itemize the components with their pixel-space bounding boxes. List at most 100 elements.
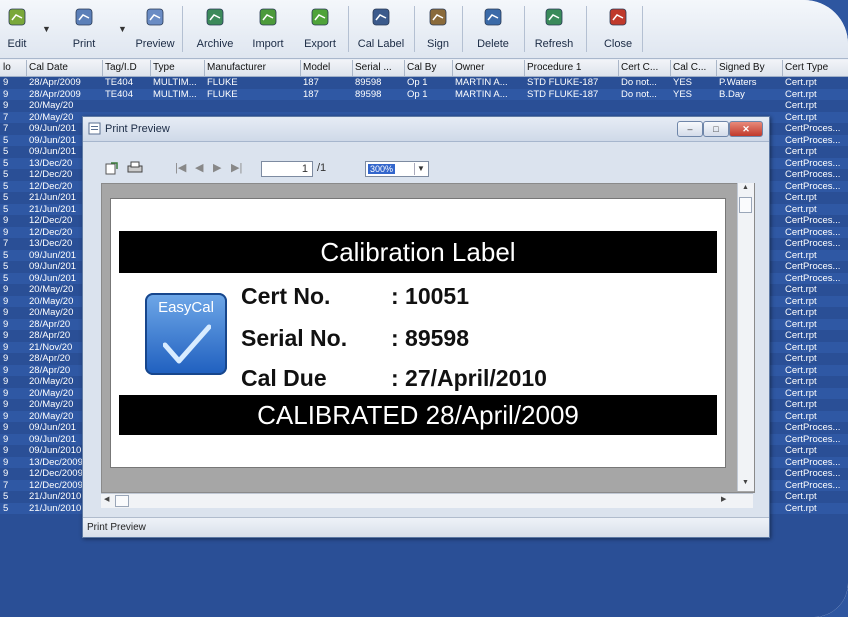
table-cell: 9	[3, 364, 9, 376]
column-divider[interactable]	[102, 60, 103, 76]
table-row[interactable]: 9 28/Apr/2009 TE404 MULTIM... FLUKE 187 89598 O…	[0, 77, 848, 89]
column-divider[interactable]	[204, 60, 205, 76]
column-header[interactable]: Cert Type	[785, 62, 847, 73]
column-divider[interactable]	[352, 60, 353, 76]
column-header[interactable]: Procedure 1	[527, 62, 615, 73]
next-page-icon[interactable]: ▶	[213, 161, 221, 174]
export-report-icon[interactable]	[105, 161, 119, 178]
column-header[interactable]: Cal Date	[29, 62, 99, 73]
scroll-right-icon[interactable]: ▶	[721, 495, 726, 503]
table-row[interactable]: 9 20/May/20 Cert.rpt	[0, 100, 848, 112]
table-cell: 5	[3, 180, 9, 192]
window-titlebar[interactable]: Print Preview – □ ✕	[83, 117, 769, 142]
page-number-input[interactable]: 1	[261, 161, 313, 177]
column-divider[interactable]	[404, 60, 405, 76]
print-preview-window[interactable]: Print Preview – □ ✕ |◀ ◀ ▶ ▶| 1 /1 300% …	[82, 116, 770, 538]
horizontal-scrollbar[interactable]: ◀ ▶	[101, 493, 753, 508]
column-header[interactable]: Tag/I.D	[105, 62, 147, 73]
toolbar-button-label: Import	[252, 38, 284, 50]
column-divider[interactable]	[150, 60, 151, 76]
column-header[interactable]: Cert C...	[621, 62, 667, 73]
table-cell: 9	[3, 468, 9, 479]
import-button[interactable]: Import	[244, 2, 292, 54]
pencil-icon	[8, 8, 26, 26]
table-cell: 9	[3, 456, 9, 468]
print-icon[interactable]	[127, 161, 143, 178]
scroll-down-icon[interactable]: ▼	[742, 479, 749, 486]
column-divider[interactable]	[524, 60, 525, 76]
maximize-button[interactable]: □	[703, 121, 729, 137]
last-page-icon[interactable]: ▶|	[231, 161, 242, 174]
close-button[interactable]: Close	[598, 2, 638, 54]
sign-icon	[429, 8, 447, 26]
vertical-scroll-thumb[interactable]	[739, 197, 752, 213]
column-header[interactable]: Manufacturer	[207, 62, 297, 73]
label-page: Calibration Label EasyCal Cert No.: 1005…	[110, 198, 726, 468]
column-divider[interactable]	[26, 60, 27, 76]
first-page-icon[interactable]: |◀	[175, 161, 186, 174]
close-button[interactable]: ✕	[729, 121, 763, 137]
grid-header: lo Cal Date Tag/I.D Type Manufacturer Model Se…	[0, 60, 848, 77]
column-divider[interactable]	[618, 60, 619, 76]
horizontal-scroll-thumb[interactable]	[115, 495, 129, 507]
cal-due-value: : 27/April/2010	[391, 365, 547, 391]
column-header[interactable]: Owner	[455, 62, 521, 73]
sign-button[interactable]: Sign	[418, 2, 458, 54]
table-cell: 9	[3, 215, 9, 226]
column-header[interactable]: Serial ...	[355, 62, 401, 73]
prev-page-icon[interactable]: ◀	[195, 161, 203, 174]
column-header[interactable]: lo	[3, 62, 23, 73]
column-divider[interactable]	[300, 60, 301, 76]
label-header: Calibration Label	[119, 231, 717, 273]
cal-label-button[interactable]: Cal Label	[352, 2, 410, 54]
dropdown-arrow-icon[interactable]: ▼	[118, 24, 127, 34]
column-divider[interactable]	[452, 60, 453, 76]
column-divider[interactable]	[716, 60, 717, 76]
table-cell: 9	[3, 376, 9, 387]
table-cell: Cert.rpt	[785, 88, 817, 100]
serial-no-key: Serial No.	[241, 325, 348, 351]
close-flag-icon	[609, 8, 627, 26]
table-cell: TE404	[105, 77, 133, 88]
print-button[interactable]: Print	[56, 2, 112, 54]
column-divider[interactable]	[782, 60, 783, 76]
toolbar-separator	[642, 6, 643, 52]
column-header[interactable]: Signed By	[719, 62, 779, 73]
table-cell: CertProces...	[785, 433, 841, 445]
table-cell: 187	[303, 88, 319, 100]
table-cell: CertProces...	[785, 468, 841, 479]
table-cell: CertProces...	[785, 123, 841, 134]
scroll-left-icon[interactable]: ◀	[104, 495, 109, 503]
dropdown-arrow-icon[interactable]: ▼	[42, 24, 51, 34]
minimize-button[interactable]: –	[677, 121, 703, 137]
column-header[interactable]: Cal By	[407, 62, 449, 73]
column-header[interactable]: Model	[303, 62, 349, 73]
export-button[interactable]: Export	[296, 2, 344, 54]
scroll-up-icon[interactable]: ▲	[742, 184, 749, 191]
logo-text: EasyCal	[158, 299, 214, 316]
table-cell: 5	[3, 491, 9, 502]
refresh-button[interactable]: Refresh	[526, 2, 582, 54]
table-cell: STD FLUKE-187	[527, 88, 599, 100]
table-cell: 5	[3, 261, 9, 272]
vertical-scrollbar[interactable]: ▲ ▼	[737, 183, 754, 491]
column-header[interactable]: Type	[153, 62, 201, 73]
status-text: Print Preview	[87, 522, 146, 533]
column-header[interactable]: Cal C...	[673, 62, 713, 73]
chevron-down-icon[interactable]: ▼	[414, 163, 427, 175]
table-cell: 5	[3, 192, 9, 203]
toolbar-button-label: Cal Label	[357, 38, 405, 50]
toolbar-button-label: Archive	[196, 38, 234, 50]
zoom-select[interactable]: 300% ▼	[365, 161, 429, 177]
column-divider[interactable]	[670, 60, 671, 76]
table-cell: CertProces...	[785, 215, 841, 226]
preview-button[interactable]: Preview	[132, 2, 178, 54]
preview-canvas[interactable]: Calibration Label EasyCal Cert No.: 1005…	[101, 183, 755, 493]
export-icon	[311, 8, 329, 26]
delete-button[interactable]: Delete	[466, 2, 520, 54]
table-cell: CertProces...	[785, 261, 841, 272]
edit-button[interactable]: Edit	[0, 2, 34, 54]
archive-button[interactable]: Archive	[190, 2, 240, 54]
table-row[interactable]: 9 28/Apr/2009 TE404 MULTIM... FLUKE 187 89598 O…	[0, 88, 848, 100]
table-cell: Cert.rpt	[785, 399, 817, 410]
